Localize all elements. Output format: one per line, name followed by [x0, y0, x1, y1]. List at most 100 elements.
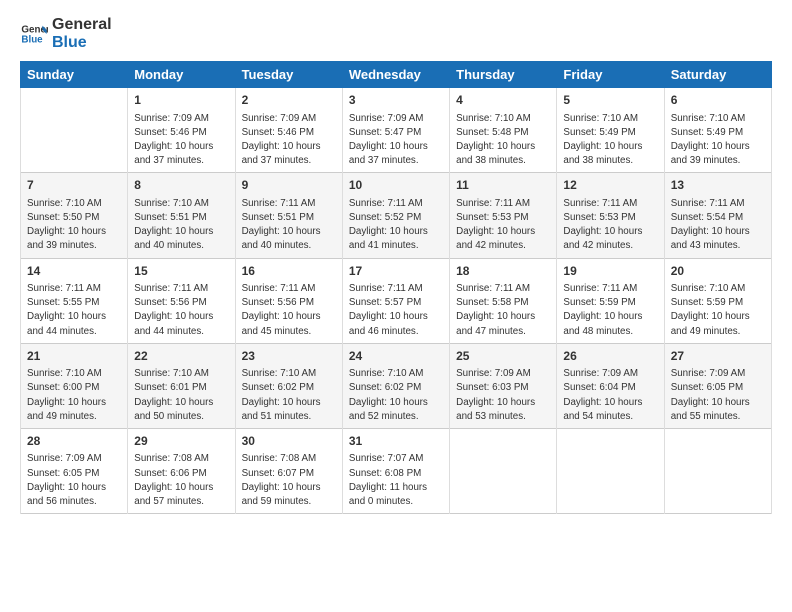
- day-info-line: Sunrise: 7:10 AM: [242, 367, 336, 381]
- day-info-line: and 43 minutes.: [671, 239, 765, 253]
- weekday-wednesday: Wednesday: [342, 62, 449, 88]
- day-info-line: Daylight: 10 hours: [563, 310, 657, 324]
- day-info-line: Daylight: 10 hours: [671, 140, 765, 154]
- day-info-line: and 37 minutes.: [134, 154, 228, 168]
- cell-week3-day4: 17 Sunrise: 7:11 AMSunset: 5:57 PMDayligh…: [342, 258, 449, 343]
- cell-week1-day4: 3Sunrise: 7:09 AMSunset: 5:47 PMDaylight…: [342, 88, 449, 173]
- cell-week3-day3: 16Sunrise: 7:11 AMSunset: 5:56 PMDayligh…: [235, 258, 342, 343]
- day-info-line: and 55 minutes.: [671, 410, 765, 424]
- day-info-line: and 39 minutes.: [671, 154, 765, 168]
- day-info-line: Daylight: 10 hours: [671, 310, 765, 324]
- day-info-line: Sunset: 5:57 PM: [349, 296, 443, 310]
- week-row-3: 14Sunrise: 7:11 AMSunset: 5:55 PMDayligh…: [21, 258, 772, 343]
- day-info-line: Daylight: 10 hours: [671, 225, 765, 239]
- day-number: 3: [349, 92, 443, 109]
- day-info-line: Sunset: 5:51 PM: [134, 211, 228, 225]
- day-info-line: and 40 minutes.: [134, 239, 228, 253]
- day-info-line: Daylight: 10 hours: [27, 481, 121, 495]
- day-info-line: Daylight: 10 hours: [134, 140, 228, 154]
- logo: General Blue General Blue: [20, 16, 112, 51]
- day-info-line: and 0 minutes.: [349, 495, 443, 509]
- day-info-line: Daylight: 10 hours: [456, 225, 550, 239]
- day-number: 22: [134, 348, 228, 365]
- cell-week2-day2: 8Sunrise: 7:10 AMSunset: 5:51 PMDaylight…: [128, 173, 235, 258]
- day-number: 13: [671, 177, 765, 194]
- day-info-line: Sunrise: 7:10 AM: [671, 282, 765, 296]
- day-info-line: Sunset: 6:08 PM: [349, 467, 443, 481]
- day-info-line: and 46 minutes.: [349, 325, 443, 339]
- day-info-line: and 48 minutes.: [563, 325, 657, 339]
- weekday-saturday: Saturday: [664, 62, 771, 88]
- day-info-line: Sunset: 5:49 PM: [671, 126, 765, 140]
- day-number: 21: [27, 348, 121, 365]
- cell-week5-day2: 29Sunrise: 7:08 AMSunset: 6:06 PMDayligh…: [128, 429, 235, 514]
- day-info-line: Daylight: 11 hours: [349, 481, 443, 495]
- day-number: 1: [134, 92, 228, 109]
- day-number: 11: [456, 177, 550, 194]
- day-info-line: Daylight: 10 hours: [134, 481, 228, 495]
- day-info-line: Sunset: 5:47 PM: [349, 126, 443, 140]
- day-info-line: and 47 minutes.: [456, 325, 550, 339]
- day-info-line: Daylight: 10 hours: [242, 481, 336, 495]
- day-info-line: and 45 minutes.: [242, 325, 336, 339]
- day-info-line: Sunset: 5:50 PM: [27, 211, 121, 225]
- cell-week1-day2: 1Sunrise: 7:09 AMSunset: 5:46 PMDaylight…: [128, 88, 235, 173]
- cell-week1-day1: [21, 88, 128, 173]
- cell-week2-day3: 9Sunrise: 7:11 AMSunset: 5:51 PMDaylight…: [235, 173, 342, 258]
- day-number: 9: [242, 177, 336, 194]
- cell-week4-day4: 24Sunrise: 7:10 AMSunset: 6:02 PMDayligh…: [342, 343, 449, 428]
- day-info-line: Sunrise: 7:09 AM: [456, 367, 550, 381]
- day-info-line: Daylight: 10 hours: [242, 225, 336, 239]
- day-number: 7: [27, 177, 121, 194]
- day-info-line: Sunset: 6:05 PM: [27, 467, 121, 481]
- day-info-line: and 38 minutes.: [563, 154, 657, 168]
- day-info-line: Daylight: 10 hours: [563, 396, 657, 410]
- day-number: 16: [242, 263, 336, 280]
- day-number: 10: [349, 177, 443, 194]
- day-info-line: Sunrise: 7:10 AM: [563, 112, 657, 126]
- day-number: 18: [456, 263, 550, 280]
- day-info-line: Sunrise: 7:11 AM: [27, 282, 121, 296]
- day-info-line: Sunrise: 7:08 AM: [134, 452, 228, 466]
- day-info-line: Daylight: 10 hours: [456, 310, 550, 324]
- cell-week4-day2: 22Sunrise: 7:10 AMSunset: 6:01 PMDayligh…: [128, 343, 235, 428]
- day-info-line: Sunset: 6:06 PM: [134, 467, 228, 481]
- cell-week3-day2: 15Sunrise: 7:11 AMSunset: 5:56 PMDayligh…: [128, 258, 235, 343]
- day-info-line: Sunset: 6:02 PM: [242, 381, 336, 395]
- day-info-line: Sunrise: 7:10 AM: [134, 197, 228, 211]
- day-info-line: Sunset: 5:53 PM: [563, 211, 657, 225]
- cell-week3-day1: 14Sunrise: 7:11 AMSunset: 5:55 PMDayligh…: [21, 258, 128, 343]
- day-info-line: and 40 minutes.: [242, 239, 336, 253]
- week-row-1: 1Sunrise: 7:09 AMSunset: 5:46 PMDaylight…: [21, 88, 772, 173]
- day-info-line: Sunset: 6:04 PM: [563, 381, 657, 395]
- day-info-line: Sunrise: 7:11 AM: [349, 197, 443, 211]
- day-info-line: and 51 minutes.: [242, 410, 336, 424]
- day-info-line: Sunrise: 7:11 AM: [456, 197, 550, 211]
- day-number: 12: [563, 177, 657, 194]
- day-number: 31: [349, 433, 443, 450]
- cell-week4-day6: 26Sunrise: 7:09 AMSunset: 6:04 PMDayligh…: [557, 343, 664, 428]
- day-info-line: and 54 minutes.: [563, 410, 657, 424]
- day-info-line: Daylight: 10 hours: [349, 310, 443, 324]
- day-info-line: and 52 minutes.: [349, 410, 443, 424]
- day-info-line: Daylight: 10 hours: [27, 225, 121, 239]
- calendar-table: SundayMondayTuesdayWednesdayThursdayFrid…: [20, 61, 772, 514]
- day-info-line: and 42 minutes.: [563, 239, 657, 253]
- cell-week2-day6: 12Sunrise: 7:11 AMSunset: 5:53 PMDayligh…: [557, 173, 664, 258]
- day-info-line: Sunset: 5:58 PM: [456, 296, 550, 310]
- day-info-line: Sunrise: 7:11 AM: [349, 282, 443, 296]
- day-info-line: and 53 minutes.: [456, 410, 550, 424]
- day-number: 19: [563, 263, 657, 280]
- cell-week1-day6: 5Sunrise: 7:10 AMSunset: 5:49 PMDaylight…: [557, 88, 664, 173]
- day-info-line: and 41 minutes.: [349, 239, 443, 253]
- day-info-line: and 42 minutes.: [456, 239, 550, 253]
- day-info-line: Sunset: 6:07 PM: [242, 467, 336, 481]
- day-info-line: Sunrise: 7:09 AM: [349, 112, 443, 126]
- day-number: 26: [563, 348, 657, 365]
- header: General Blue General Blue: [20, 16, 772, 51]
- day-info-line: Sunrise: 7:08 AM: [242, 452, 336, 466]
- day-number: 17: [349, 263, 443, 280]
- cell-week3-day6: 19Sunrise: 7:11 AMSunset: 5:59 PMDayligh…: [557, 258, 664, 343]
- day-info-line: Daylight: 10 hours: [27, 310, 121, 324]
- day-info-line: Sunset: 6:01 PM: [134, 381, 228, 395]
